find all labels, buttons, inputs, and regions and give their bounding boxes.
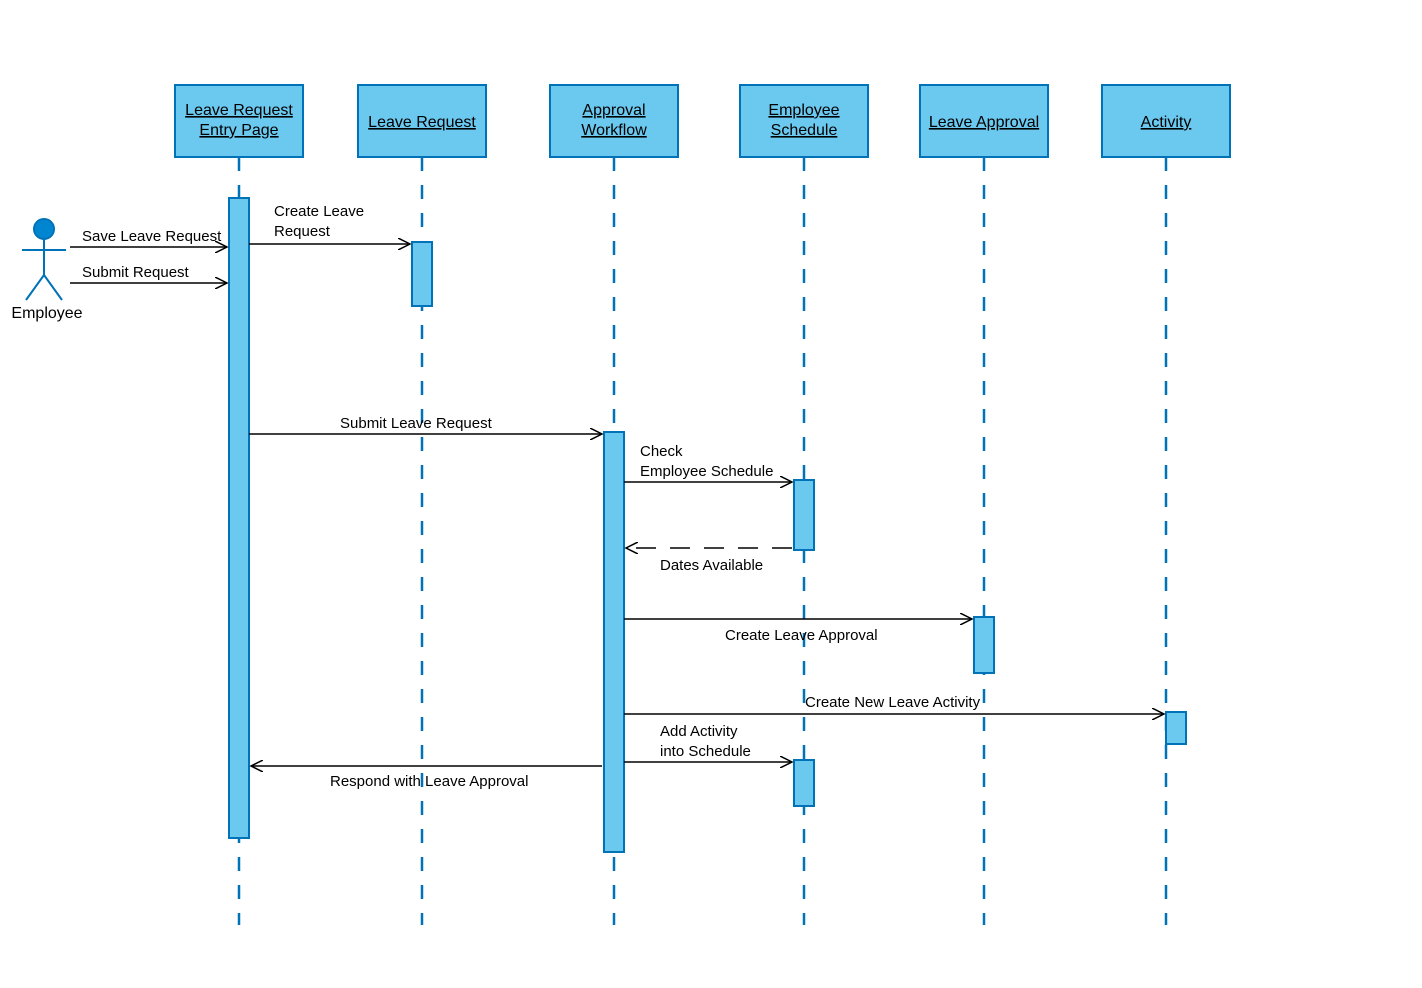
- lane-workflow-label-1: Approval: [582, 102, 645, 119]
- activation-approval: [974, 617, 994, 673]
- msg-create-approval: Create Leave Approval: [725, 627, 878, 644]
- msg-submit-leave: Submit Leave Request: [340, 415, 493, 432]
- msg-add-activity-2: into Schedule: [660, 743, 751, 760]
- msg-check-sched-2: Employee Schedule: [640, 463, 773, 480]
- msg-check-sched-1: Check: [640, 443, 683, 460]
- lane-workflow-label-2: Workflow: [581, 122, 647, 139]
- msg-dates-avail: Dates Available: [660, 557, 763, 574]
- actor-employee: Employee: [11, 219, 82, 322]
- activation-schedule-1: [794, 480, 814, 550]
- msg-create-leave-2: Request: [274, 223, 331, 240]
- msg-create-activity: Create New Leave Activity: [805, 694, 981, 711]
- activation-schedule-2: [794, 760, 814, 806]
- lane-activity-label: Activity: [1141, 114, 1192, 131]
- msg-respond: Respond with Leave Approval: [330, 773, 528, 790]
- lane-workflow-header: [550, 85, 678, 157]
- activation-workflow: [604, 432, 624, 852]
- msg-submit-req: Submit Request: [82, 264, 190, 281]
- lane-schedule-header: [740, 85, 868, 157]
- lane-entry-header: [175, 85, 303, 157]
- lane-schedule-label-1: Employee: [768, 102, 839, 119]
- activation-activity: [1166, 712, 1186, 744]
- msg-add-activity-1: Add Activity: [660, 723, 738, 740]
- sequence-diagram: Leave Request Entry Page Leave Request A…: [0, 0, 1422, 988]
- msg-create-leave-1: Create Leave: [274, 203, 364, 220]
- actor-employee-label: Employee: [11, 305, 82, 322]
- lane-request-label: Leave Request: [368, 114, 476, 131]
- msg-save-leave: Save Leave Request: [82, 228, 222, 245]
- activation-request: [412, 242, 432, 306]
- lane-entry-label-1: Leave Request: [185, 102, 293, 119]
- activation-entry: [229, 198, 249, 838]
- lane-entry-label-2: Entry Page: [199, 122, 278, 139]
- lane-schedule-label-2: Schedule: [771, 122, 838, 139]
- lane-approval-label: Leave Approval: [929, 114, 1039, 131]
